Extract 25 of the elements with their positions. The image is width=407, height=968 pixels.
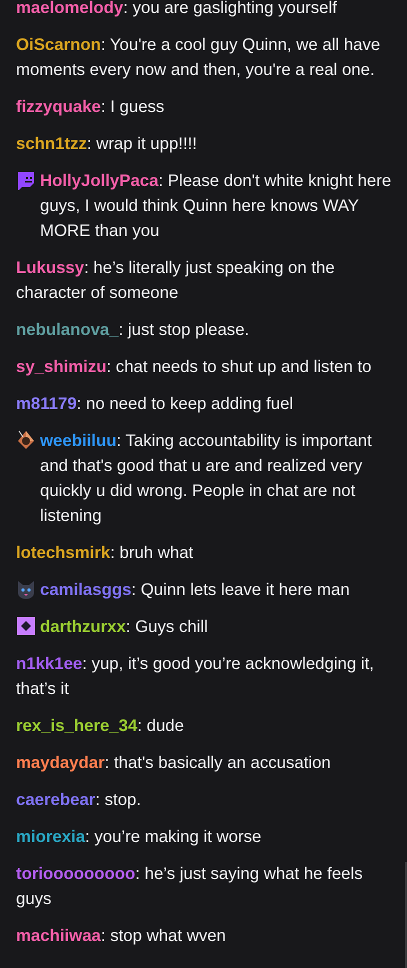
- chat-message: rex_is_here_34: dude: [16, 715, 185, 737]
- chat-message: m81179: no need to keep adding fuel: [16, 393, 294, 415]
- chat-message: weebiiluu: Taking accountability is important and that's good that u are and realized very quickly u did wrong. People in chat are not listening: [40, 430, 373, 527]
- chat-message: lotechsmirk: bruh what: [16, 542, 194, 564]
- chat-message: machiiwaa: stop what wven: [16, 925, 227, 947]
- chat-message: darthzurxx: Guys chill: [40, 616, 209, 638]
- chat-message: maydaydar: that's basically an accusation: [16, 752, 332, 774]
- chat-message: nebulanova_: just stop please.: [16, 319, 250, 341]
- chat-message: caerebear: stop.: [16, 789, 142, 811]
- chat-message: schn1tzz: wrap it upp!!!!: [16, 133, 198, 155]
- chat-message: maelomelody: you are gaslighting yourself: [16, 0, 338, 19]
- chat-message: sy_shimizu: chat needs to shut up and listen to: [16, 356, 372, 378]
- chat-message: Lukussy: he’s literally just speaking on the character of someone: [16, 257, 336, 304]
- glitch-badge-icon: [16, 170, 36, 190]
- chat-message: miorexia: you’re making it worse: [16, 826, 262, 848]
- chat-message: camilasggs: Quinn lets leave it here man: [40, 579, 351, 601]
- cat-emote-icon: [16, 579, 36, 599]
- scrollbar[interactable]: [405, 862, 407, 968]
- diamond-badge-icon: [16, 616, 36, 636]
- chat-message: OiScarnon: You're a cool guy Quinn, we all have moments every now and then, you're a real one.: [16, 34, 382, 81]
- gem-badge-icon: [16, 430, 36, 450]
- chat-message: toriooooooooo: he’s just saying what he feels guys: [16, 863, 364, 910]
- chat-message: n1kk1ee: yup, it’s good you’re acknowledging it, that’s it: [16, 653, 375, 700]
- chat-message: HollyJollyPaca: Please don't white knight here guys, I would think Quinn here knows WAY MORE than you: [40, 170, 392, 242]
- chat-message: fizzyquake: I guess: [16, 96, 166, 118]
